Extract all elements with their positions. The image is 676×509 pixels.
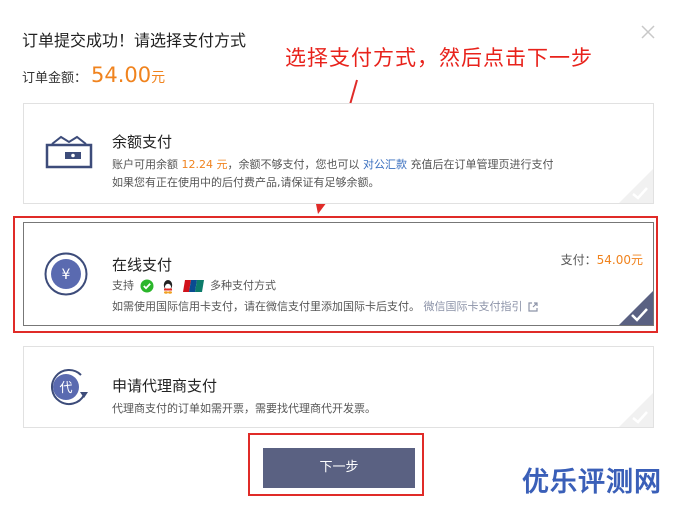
payment-option-agent[interactable]: 代 申请代理商支付 代理商支付的订单如需开票，需要找代理商代开发票。 — [23, 346, 654, 428]
watermark: 优乐评测网 — [522, 467, 662, 498]
balance-info-line: 账户可用余额 12.24 元，余额不够支付，您也可以 对公汇款 充值后在订单管理… — [112, 156, 554, 172]
dialog-title: 订单提交成功！请选择支付方式 — [22, 31, 247, 50]
balance-amount: 12.24 元 — [181, 158, 228, 171]
wallet-icon — [45, 135, 93, 169]
agent-icon-char: 代 — [59, 381, 72, 396]
agent-icon: 代 — [51, 369, 88, 405]
corporate-transfer-link[interactable]: 对公汇款 — [363, 158, 407, 171]
balance-insufficient-text: ，余额不够支付，您也可以 — [227, 158, 360, 171]
payment-option-balance[interactable]: 余额支付 账户可用余额 12.24 元，余额不够支付，您也可以 对公汇款 充值后… — [23, 103, 654, 204]
option-name-balance: 余额支付 — [112, 133, 173, 151]
unselected-corner-check-icon — [619, 169, 653, 203]
order-amount: 订单金额： 54.00元 — [22, 63, 165, 87]
online-payment-highlight-box — [13, 216, 658, 333]
balance-note: 如果您有正在使用中的后付费产品,请保证有足够余额。 — [112, 176, 380, 189]
unselected-corner-check-icon — [619, 393, 653, 427]
next-step-button[interactable]: 下一步 — [263, 448, 415, 488]
balance-recharge-text: 充值后在订单管理页进行支付 — [410, 158, 554, 171]
agent-note: 代理商支付的订单如需开票，需要找代理商代开发票。 — [112, 402, 376, 415]
option-name-agent: 申请代理商支付 — [112, 377, 218, 395]
order-amount-value: 54.00 — [91, 63, 152, 87]
instruction-annotation: 选择支付方式，然后点击下一步 — [285, 46, 593, 70]
balance-label: 账户可用余额 — [112, 158, 178, 171]
close-icon[interactable] — [638, 22, 658, 42]
order-amount-label: 订单金额： — [22, 71, 88, 86]
order-amount-unit: 元 — [151, 70, 166, 86]
